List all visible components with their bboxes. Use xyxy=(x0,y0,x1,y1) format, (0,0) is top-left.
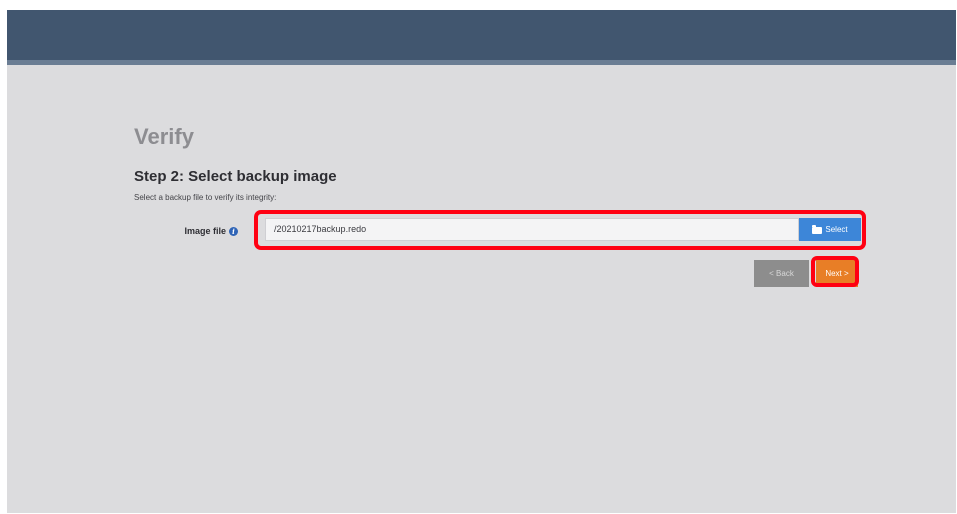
page-title: Verify xyxy=(134,124,194,149)
image-file-input[interactable]: /20210217backup.redo xyxy=(265,218,799,241)
select-file-button[interactable]: Select xyxy=(799,218,861,241)
header-divider xyxy=(7,60,956,65)
image-file-label: Image file xyxy=(184,226,226,236)
info-icon[interactable]: i xyxy=(229,226,238,236)
step-title: Step 2: Select backup image xyxy=(134,168,337,185)
top-header-bar xyxy=(7,10,956,60)
folder-open-icon xyxy=(812,224,823,234)
step-description: Select a backup file to verify its integ… xyxy=(134,193,277,202)
select-button-label: Select xyxy=(825,225,848,234)
image-file-label-group: Image file i xyxy=(178,225,238,237)
next-button-highlight xyxy=(811,256,859,287)
app-window: Verify Step 2: Select backup image Selec… xyxy=(7,10,956,513)
back-button[interactable]: < Back xyxy=(754,260,809,287)
